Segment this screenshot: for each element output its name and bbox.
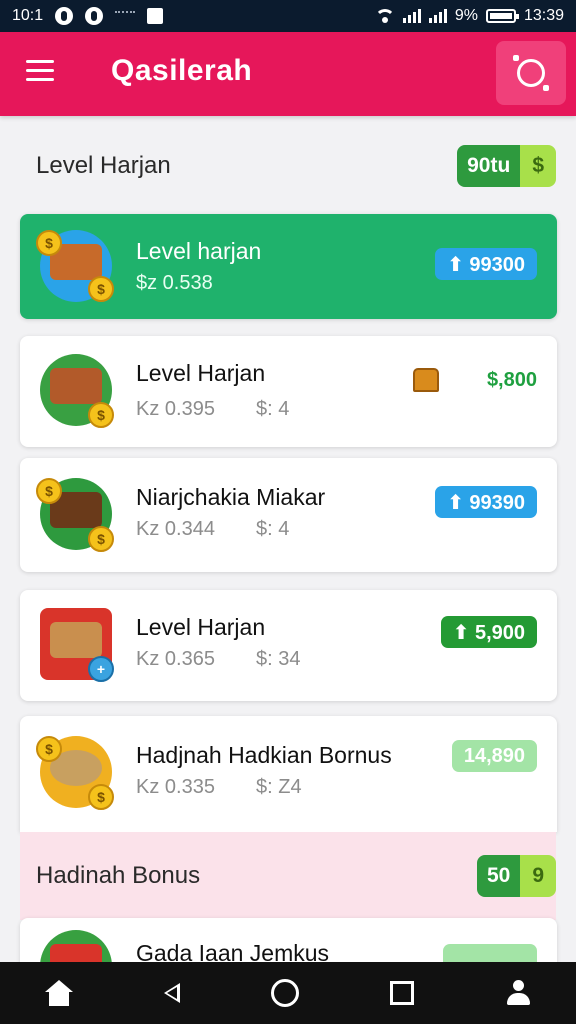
- app-title: Qasilerah: [111, 54, 253, 87]
- card-subtitle-secondary: $: 4: [256, 398, 290, 420]
- game-icon: +: [36, 604, 116, 684]
- card-subtitle-secondary: $: 4: [256, 518, 290, 540]
- game-card[interactable]: $ $ Hadjnah Hadkian Bornus Kz 0.335 $: Z…: [20, 716, 557, 832]
- balance-value: 90tu: [457, 145, 521, 187]
- wifi-icon: [374, 9, 395, 23]
- card-subtitle: Kz 0.365: [136, 648, 215, 670]
- game-card[interactable]: $ $ Level harjan $z 0.538 ⬆ 99300: [20, 214, 557, 319]
- battery-percent: 9%: [454, 7, 478, 24]
- app-bar: Qasilerah: [0, 32, 576, 116]
- notification-icon: [55, 7, 74, 25]
- section-header: Level Harjan 90tu $: [20, 136, 556, 196]
- home-icon[interactable]: [45, 980, 74, 1006]
- reward-badge[interactable]: $,800: [487, 364, 537, 396]
- reward-badge[interactable]: ⬆ 99390: [435, 486, 537, 518]
- currency-icon: $: [520, 145, 556, 187]
- card-subtitle-secondary: $: 34: [256, 648, 301, 670]
- card-subtitle: Kz 0.395: [136, 398, 215, 420]
- status-time: 10:1: [12, 7, 44, 24]
- image-icon: [147, 8, 164, 24]
- card-title: Niarjchakia Miakar: [136, 484, 326, 510]
- signal-icon: [402, 9, 421, 23]
- bonus-pill[interactable]: 50 9: [476, 855, 556, 897]
- game-icon: $ $: [36, 732, 116, 812]
- square-icon[interactable]: [389, 981, 414, 1005]
- battery-icon: [485, 9, 519, 23]
- section-title: Level Harjan: [36, 152, 171, 179]
- section-header: Hadinah Bonus 50 9: [20, 846, 556, 906]
- card-subtitle: Kz 0.344: [136, 518, 215, 540]
- status-clock: 13:39: [523, 7, 564, 24]
- game-icon: $ $: [36, 226, 116, 306]
- chest-icon: [413, 368, 439, 392]
- support-button[interactable]: [496, 41, 566, 105]
- game-card[interactable]: $ $ Niarjchakia Miakar Kz 0.344 $: 4 ⬆ 9…: [20, 458, 557, 572]
- card-title: Hadjnah Hadkian Bornus: [136, 742, 392, 768]
- status-bar: 10:1 9% 13:39: [0, 0, 576, 32]
- card-title: Level Harjan: [136, 360, 266, 386]
- signal-icon: [428, 9, 447, 23]
- hamburger-icon[interactable]: [26, 60, 54, 82]
- notification-icon: [115, 11, 136, 21]
- reward-badge[interactable]: ⬆ 99300: [435, 248, 537, 280]
- card-title: Level harjan: [136, 238, 262, 264]
- notification-icon: [85, 7, 104, 25]
- card-subtitle: Kz 0.335: [136, 776, 215, 798]
- back-icon[interactable]: [164, 983, 181, 1003]
- game-icon: $ $: [36, 474, 116, 554]
- circle-icon[interactable]: [270, 979, 299, 1007]
- user-icon[interactable]: [505, 980, 531, 1006]
- bonus-icon: 9: [520, 855, 556, 897]
- card-title: Level Harjan: [136, 614, 266, 640]
- reward-badge[interactable]: 14,890: [451, 740, 537, 772]
- game-icon: $: [36, 350, 116, 430]
- reward-badge[interactable]: ⬆ 5,900: [440, 616, 537, 648]
- support-icon: [513, 55, 549, 91]
- game-card[interactable]: + Level Harjan Kz 0.365 $: 34 ⬆ 5,900: [20, 590, 557, 701]
- bottom-nav: [0, 962, 576, 1024]
- bonus-value: 50: [476, 855, 521, 897]
- section-title: Hadinah Bonus: [36, 862, 201, 889]
- card-subtitle: $z 0.538: [136, 272, 213, 294]
- balance-pill[interactable]: 90tu $: [457, 145, 556, 187]
- card-subtitle-secondary: $: Z4: [256, 776, 302, 798]
- game-card[interactable]: $ Level Harjan Kz 0.395 $: 4 $,800: [20, 336, 557, 447]
